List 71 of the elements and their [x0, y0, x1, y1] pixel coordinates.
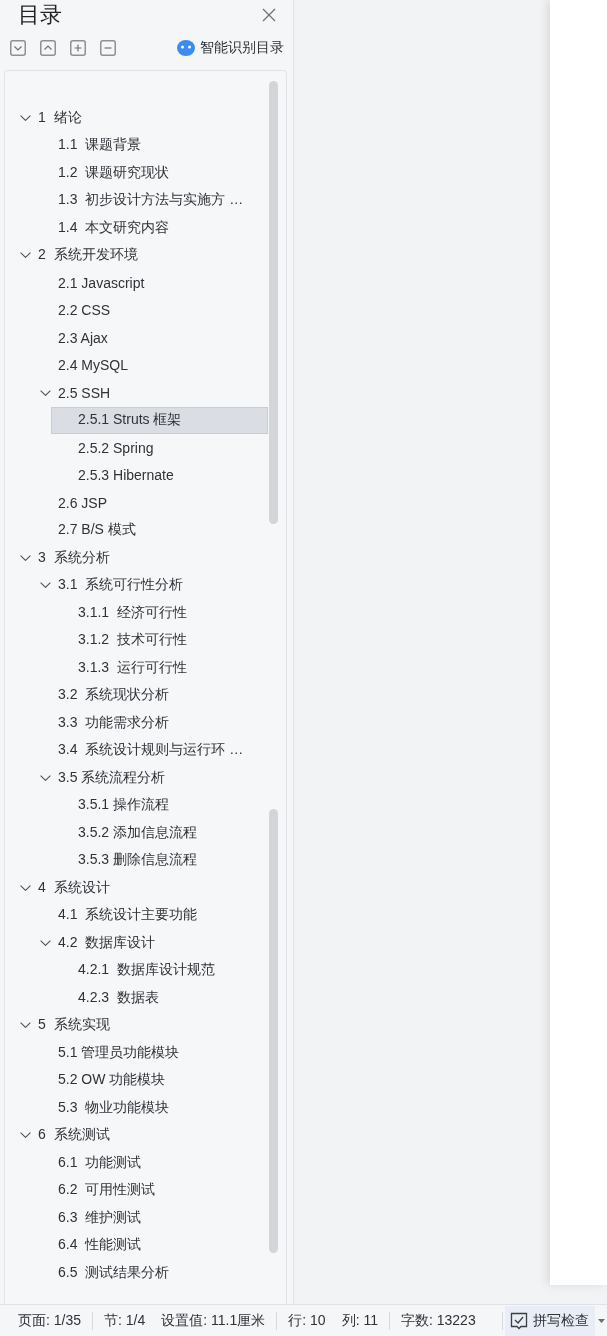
plus-icon[interactable]	[70, 40, 86, 56]
toc-item[interactable]: 3.1.2 技术可行性	[51, 626, 268, 654]
chevron-icon[interactable]	[20, 884, 31, 891]
toc-item[interactable]: 6.2 可用性测试	[31, 1176, 268, 1204]
toc-item[interactable]: 2 系统开发环境	[11, 241, 268, 269]
toc-item[interactable]: 3.1.3 运行可行性	[51, 654, 268, 682]
toc-item[interactable]: 4.2.1 数据库设计规范	[51, 956, 268, 984]
chevron-icon[interactable]	[20, 554, 31, 561]
status-text: 行: 10	[288, 1311, 326, 1330]
scrollbar-thumb[interactable]	[269, 809, 278, 1253]
toc-item[interactable]: 2.1 Javascript	[31, 269, 268, 297]
toc-item[interactable]: 2.5.2 Spring	[51, 434, 268, 462]
toc-item[interactable]: 2.7 B/S 模式	[31, 516, 268, 544]
toc-item[interactable]: 4.2 数据库设计	[31, 929, 268, 957]
toc-item[interactable]: 1.4 本文研究内容	[31, 214, 268, 242]
panel-title: 目录	[18, 1, 62, 29]
toc-item[interactable]: 4 系统设计	[11, 874, 268, 902]
toc-item[interactable]: 2.5 SSH	[31, 379, 268, 407]
chevron-icon[interactable]	[40, 389, 51, 396]
toc-item[interactable]: 3.3 功能需求分析	[31, 709, 268, 737]
toc-item[interactable]: 5.2 OW 功能模块	[31, 1066, 268, 1094]
status-text: 列: 11	[341, 1311, 378, 1330]
chevron-icon[interactable]	[20, 252, 31, 259]
toc-item[interactable]: 1.1 课题背景	[31, 131, 268, 159]
spell-check-button[interactable]: 拼写检查	[505, 1305, 595, 1336]
toc-item[interactable]: 6 系统测试	[11, 1121, 268, 1149]
toc-item[interactable]: 6.3 维护测试	[31, 1204, 268, 1232]
toc-item[interactable]: 2.5.3 Hibernate	[51, 461, 268, 489]
toc-item[interactable]: 2.5.1 Struts 框架	[51, 406, 268, 434]
chevron-down-icon[interactable]	[10, 40, 26, 56]
toc-item[interactable]: 3.5.1 操作流程	[51, 791, 268, 819]
chevron-icon[interactable]	[20, 1022, 31, 1029]
chevron-up-icon[interactable]	[40, 40, 56, 56]
toc-item[interactable]: 6.4 性能测试	[31, 1231, 268, 1259]
status-text: 节: 1/4	[104, 1311, 146, 1330]
minus-icon[interactable]	[100, 40, 116, 56]
face-icon	[177, 40, 195, 56]
toc-item[interactable]: 5.3 物业功能模块	[31, 1094, 268, 1122]
toc-item[interactable]: 3.5.2 添加信息流程	[51, 819, 268, 847]
toc-item[interactable]: 1.2 课题研究现状	[31, 159, 268, 187]
toc-item[interactable]: 2.2 CSS	[31, 296, 268, 324]
toc-item[interactable]: 3 系统分析	[11, 544, 268, 572]
toc-item[interactable]: 6.5 测试结果分析	[31, 1259, 268, 1287]
toc-item[interactable]: 5.1 管理员功能模块	[31, 1039, 268, 1067]
toc-item[interactable]: 6.1 功能测试	[31, 1149, 268, 1177]
toc-item[interactable]: 3.1 系统可行性分析	[31, 571, 268, 599]
chevron-icon[interactable]	[20, 1132, 31, 1139]
chevron-icon[interactable]	[40, 582, 51, 589]
toc-item[interactable]: 3.5 系统流程分析	[31, 764, 268, 792]
toc-item[interactable]: 3.5.3 删除信息流程	[51, 846, 268, 874]
toc-item[interactable]: 3.4 系统设计规则与运行环 …	[31, 736, 268, 764]
chevron-icon[interactable]	[20, 114, 31, 121]
chevron-icon[interactable]	[40, 939, 51, 946]
toc-item[interactable]: 2.3 Ajax	[31, 324, 268, 352]
status-text: 页面: 1/35	[18, 1311, 82, 1330]
toc-item[interactable]: 5 系统实现	[11, 1011, 268, 1039]
toc-item[interactable]: 1.3 初步设计方法与实施方 …	[31, 186, 268, 214]
scrollbar-thumb[interactable]	[269, 81, 278, 524]
status-text: 设置值: 11.1厘米	[161, 1311, 266, 1330]
toc-item[interactable]: 4.1 系统设计主要功能	[31, 901, 268, 929]
toc-item[interactable]: 3.1.1 经济可行性	[51, 599, 268, 627]
toc-item[interactable]: 1 绪论	[11, 104, 268, 132]
toc-item[interactable]: 2.4 MySQL	[31, 351, 268, 379]
toc-item[interactable]: 4.2.3 数据表	[51, 984, 268, 1012]
close-icon[interactable]	[262, 8, 276, 22]
chevron-icon[interactable]	[40, 774, 51, 781]
toc-item[interactable]: 2.6 JSP	[31, 489, 268, 517]
smart-detect-button[interactable]: 智能识别目录	[177, 39, 284, 57]
toc-item[interactable]: 3.2 系统现状分析	[31, 681, 268, 709]
caret-icon[interactable]	[598, 1318, 605, 1323]
status-text: 字数: 13223	[400, 1311, 476, 1330]
